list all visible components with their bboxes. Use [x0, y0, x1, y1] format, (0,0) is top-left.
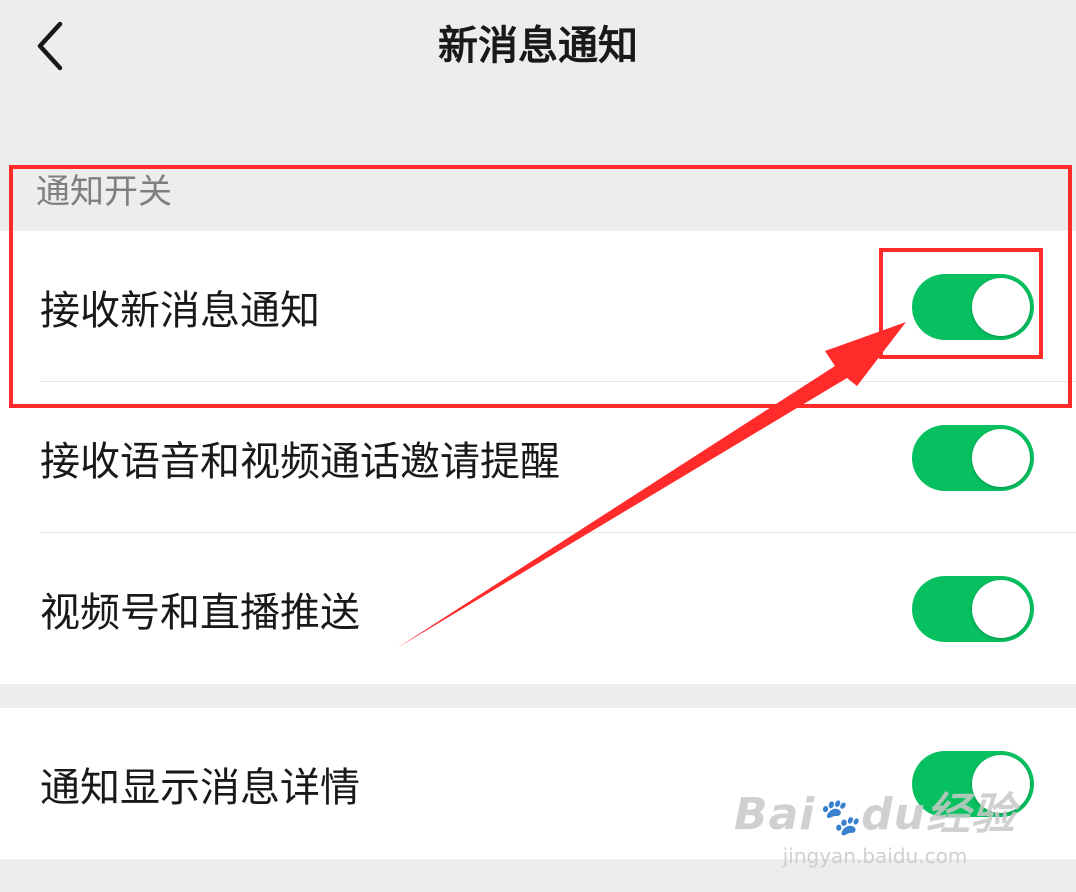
toggle-knob	[972, 277, 1030, 336]
watermark-logo-cn: 经验	[926, 789, 1016, 840]
setting-row-receive-new-message: 接收新消息通知	[0, 231, 1076, 382]
setting-label: 接收语音和视频通话邀请提醒	[40, 438, 560, 485]
toggle-knob	[972, 579, 1030, 638]
setting-label: 视频号和直播推送	[40, 589, 360, 636]
page-title: 新消息通知	[438, 23, 638, 69]
notification-switch-group: 接收新消息通知 接收语音和视频通话邀请提醒 视频号和直播推送	[0, 231, 1076, 684]
setting-label: 接收新消息通知	[40, 287, 320, 334]
watermark-logo: Bai🐾du经验	[734, 790, 1016, 843]
watermark-url: jingyan.baidu.com	[782, 844, 968, 868]
setting-label: 通知显示消息详情	[40, 764, 360, 811]
toggle-knob	[972, 428, 1030, 487]
setting-row-channels-live-push: 视频号和直播推送	[0, 533, 1076, 684]
channels-live-push-toggle[interactable]	[912, 575, 1034, 642]
watermark-logo-text: Bai	[734, 789, 816, 840]
paw-icon: 🐾	[815, 797, 862, 838]
call-invite-reminder-toggle[interactable]	[912, 424, 1034, 491]
section-label: 通知开关	[36, 172, 172, 212]
baidu-jingyan-watermark: Bai🐾du经验 jingyan.baidu.com	[734, 790, 1016, 869]
watermark-logo-tail: du	[861, 789, 926, 840]
nav-bar: 新消息通知	[0, 0, 1076, 100]
receive-new-message-toggle[interactable]	[912, 273, 1034, 340]
setting-row-call-invite-reminder: 接收语音和视频通话邀请提醒	[0, 382, 1076, 533]
